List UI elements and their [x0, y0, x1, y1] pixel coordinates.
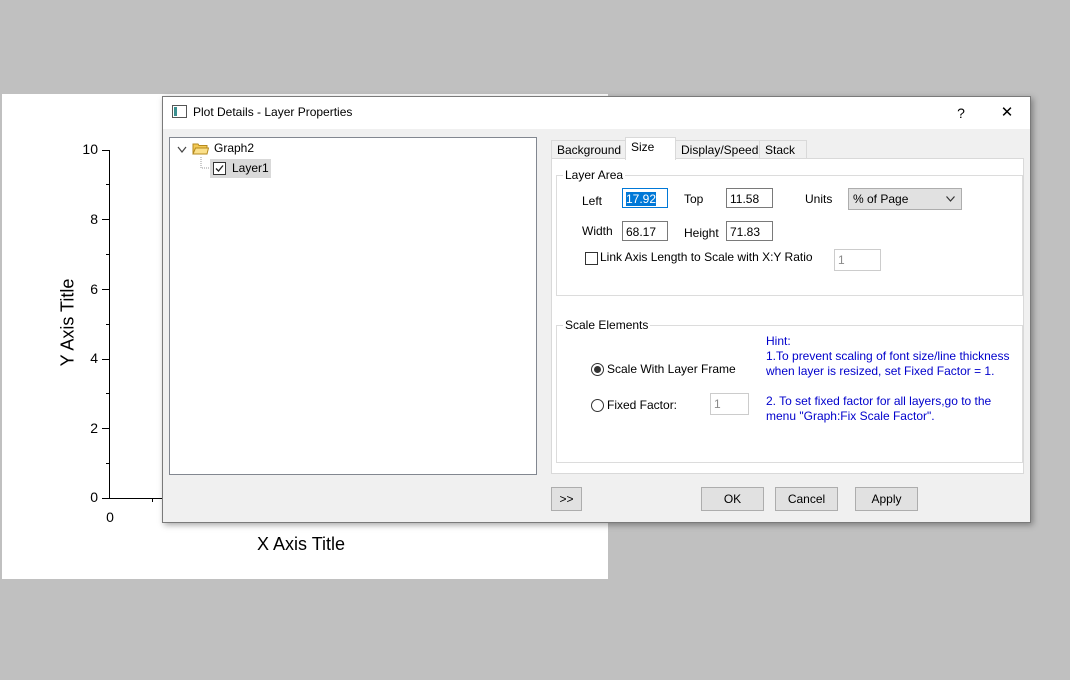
y-tick [102, 498, 110, 499]
y-tick [102, 219, 110, 220]
hint-title: Hint: [766, 334, 791, 348]
y-tick-label: 8 [90, 211, 98, 227]
top-input[interactable]: 11.58 [726, 188, 773, 208]
link-axis-checkbox[interactable] [585, 252, 598, 265]
link-axis-label: Link Axis Length to Scale with X:Y Ratio [600, 250, 813, 264]
scale-with-frame-label: Scale With Layer Frame [607, 362, 736, 376]
hint-line: menu "Graph:Fix Scale Factor". [766, 409, 935, 423]
left-input-value: 17.92 [626, 192, 657, 206]
y-tick [102, 150, 110, 151]
chevron-down-icon [946, 196, 955, 202]
scale-elements-title: Scale Elements [563, 318, 651, 332]
radio-dot [594, 366, 601, 373]
x-axis-title: X Axis Title [257, 534, 346, 554]
chevron-down-icon[interactable] [177, 146, 187, 154]
layer-area-title: Layer Area [563, 168, 626, 182]
x-tick-label: 0 [106, 509, 114, 525]
ok-button[interactable]: OK [701, 487, 764, 511]
ratio-input[interactable]: 1 [834, 249, 881, 271]
scale-elements-group: Scale Elements Scale With Layer Frame Fi… [556, 318, 1023, 463]
units-select-value: % of Page [853, 192, 909, 206]
fixed-factor-radio[interactable] [591, 399, 604, 412]
hint-line: 1.To prevent scaling of font size/line t… [766, 349, 1010, 363]
y-tick-label: 10 [82, 141, 98, 157]
x-tick [152, 498, 153, 502]
layer-tree[interactable]: Graph2 Layer1 [169, 137, 537, 475]
height-input[interactable]: 71.83 [726, 221, 773, 241]
apply-button[interactable]: Apply [855, 487, 918, 511]
y-minor-tick [106, 463, 110, 464]
x-axis-line [109, 498, 169, 499]
dialog-title: Plot Details - Layer Properties [193, 105, 353, 119]
hint-text: Hint: 1.To prevent scaling of font size/… [766, 334, 1016, 424]
y-minor-tick [106, 184, 110, 185]
tree-item-layer1-label: Layer1 [232, 161, 269, 175]
scale-with-frame-radio[interactable] [591, 363, 604, 376]
hint-line: when layer is resized, set Fixed Factor … [766, 364, 995, 378]
hint-line: 2. To set fixed factor for all layers,go… [766, 394, 992, 408]
tree-item-layer1[interactable]: Layer1 [210, 159, 271, 178]
help-button[interactable]: ? [941, 99, 981, 127]
fixed-factor-label: Fixed Factor: [607, 398, 678, 412]
units-label: Units [805, 192, 833, 206]
window-icon [172, 105, 187, 118]
y-tick-label: 2 [90, 420, 98, 436]
y-minor-tick [106, 254, 110, 255]
fixed-factor-input[interactable]: 1 [710, 393, 749, 415]
y-tick [102, 289, 110, 290]
checkmark-icon [215, 165, 224, 172]
layer-area-group: Layer Area Left 17.92 Top 11.58 Units % … [556, 168, 1023, 296]
cancel-button[interactable]: Cancel [775, 487, 838, 511]
width-input[interactable]: 68.17 [622, 221, 668, 241]
expand-button[interactable]: >> [551, 487, 582, 511]
y-tick [102, 359, 110, 360]
close-button[interactable]: ✕ [987, 99, 1027, 127]
units-select[interactable]: % of Page [848, 188, 962, 210]
top-label: Top [684, 192, 704, 206]
tab-stack[interactable]: Stack [759, 140, 807, 159]
tab-display-speed[interactable]: Display/Speed [675, 140, 761, 159]
tree-item-graph2[interactable]: Graph2 [214, 139, 254, 157]
left-label: Left [582, 194, 603, 208]
y-minor-tick [106, 324, 110, 325]
dialog-titlebar[interactable]: Plot Details - Layer Properties ? ✕ [163, 97, 1030, 129]
height-label: Height [684, 226, 719, 240]
tab-background[interactable]: Background [551, 140, 627, 159]
y-tick [102, 428, 110, 429]
width-label: Width [582, 224, 613, 238]
y-minor-tick [106, 393, 110, 394]
tab-size[interactable]: Size [625, 137, 676, 160]
y-axis-title: Y Axis Title [57, 278, 78, 367]
y-tick-label: 0 [90, 489, 98, 505]
left-input[interactable]: 17.92 [622, 188, 668, 208]
folder-icon [192, 143, 209, 155]
size-tab-panel: Layer Area Left 17.92 Top 11.58 Units % … [551, 158, 1024, 474]
plot-details-dialog: Plot Details - Layer Properties ? ✕ Grap… [162, 96, 1031, 523]
layer1-checkbox[interactable] [213, 162, 226, 175]
